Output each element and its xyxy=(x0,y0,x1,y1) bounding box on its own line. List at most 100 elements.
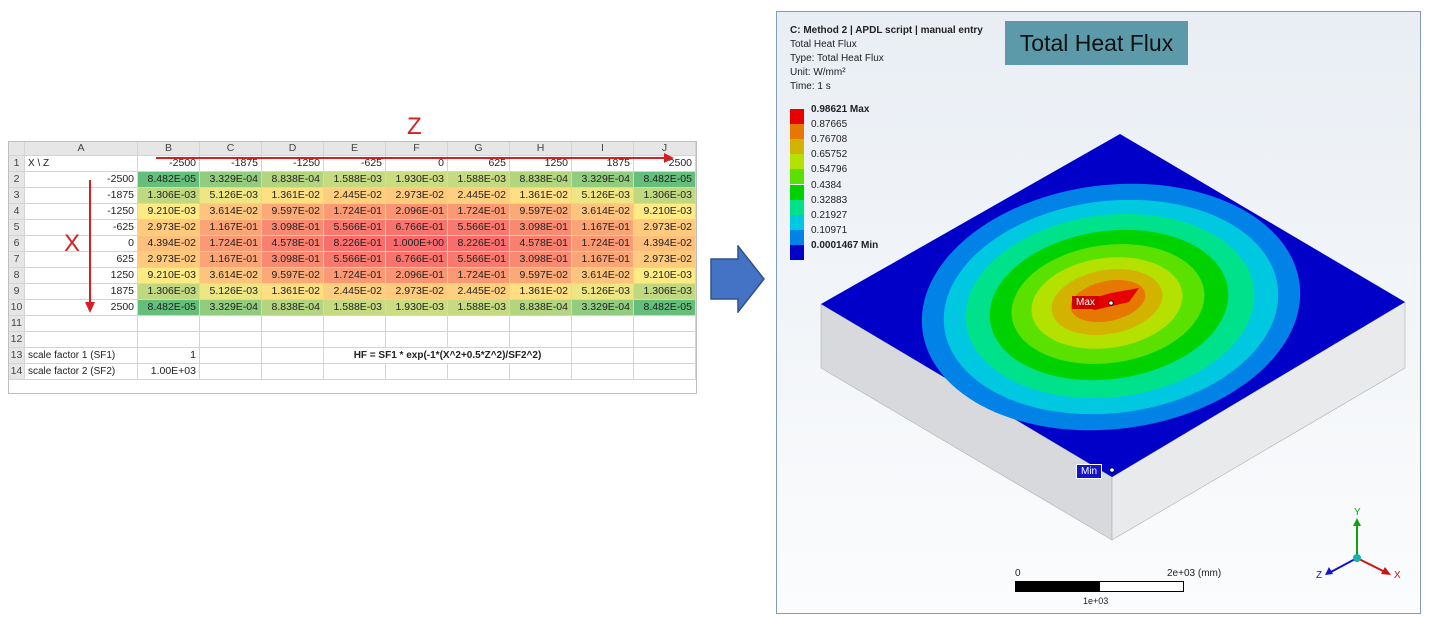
row-header[interactable]: 3 xyxy=(8,187,25,204)
heat-flux-cell[interactable]: 2.445E-02 xyxy=(323,283,386,300)
sf2-label-cell[interactable]: scale factor 2 (SF2) xyxy=(24,363,138,380)
empty-cell[interactable] xyxy=(199,347,262,364)
heat-flux-cell[interactable]: 1.167E-01 xyxy=(199,219,262,236)
heat-flux-cell[interactable]: 8.482E-05 xyxy=(633,299,696,316)
empty-cell[interactable] xyxy=(199,315,262,332)
heat-flux-cell[interactable]: 9.597E-02 xyxy=(509,267,572,284)
heat-flux-cell[interactable]: 3.098E-01 xyxy=(261,219,324,236)
heat-flux-cell[interactable]: 8.226E-01 xyxy=(447,235,510,252)
row-header[interactable]: 6 xyxy=(8,235,25,252)
heat-flux-cell[interactable]: 3.329E-04 xyxy=(571,299,634,316)
heat-flux-cell[interactable]: 9.597E-02 xyxy=(261,267,324,284)
empty-cell[interactable] xyxy=(137,315,200,332)
empty-cell[interactable] xyxy=(261,315,324,332)
heat-flux-cell[interactable]: 5.126E-03 xyxy=(571,283,634,300)
empty-cell[interactable] xyxy=(509,363,572,380)
heat-flux-cell[interactable]: 2.445E-02 xyxy=(447,187,510,204)
empty-cell[interactable] xyxy=(509,315,572,332)
heat-flux-cell[interactable]: 1.724E-01 xyxy=(199,235,262,252)
heat-flux-cell[interactable]: 1.000E+00 xyxy=(385,235,448,252)
empty-cell[interactable] xyxy=(323,363,386,380)
heat-flux-cell[interactable]: 1.724E-01 xyxy=(323,203,386,220)
empty-cell[interactable] xyxy=(571,347,634,364)
row-header[interactable]: 8 xyxy=(8,267,25,284)
empty-cell[interactable] xyxy=(633,331,696,348)
heat-flux-cell[interactable]: 1.724E-01 xyxy=(447,267,510,284)
heat-flux-cell[interactable]: 9.210E-03 xyxy=(137,267,200,284)
column-header[interactable] xyxy=(8,141,25,156)
heat-flux-cell[interactable]: 8.838E-04 xyxy=(261,171,324,188)
heat-flux-cell[interactable]: 2.973E-02 xyxy=(137,219,200,236)
heat-flux-cell[interactable]: 3.098E-01 xyxy=(509,219,572,236)
row-header[interactable]: 12 xyxy=(8,331,25,348)
heat-flux-cell[interactable]: 8.482E-05 xyxy=(137,171,200,188)
row-header[interactable]: 5 xyxy=(8,219,25,236)
row-header[interactable]: 9 xyxy=(8,283,25,300)
heat-flux-cell[interactable]: 5.566E-01 xyxy=(447,251,510,268)
heat-flux-cell[interactable]: 1.588E-03 xyxy=(323,171,386,188)
heat-flux-cell[interactable]: 5.126E-03 xyxy=(571,187,634,204)
heat-flux-cell[interactable]: 2.973E-02 xyxy=(633,251,696,268)
empty-cell[interactable] xyxy=(24,331,138,348)
empty-cell[interactable] xyxy=(323,315,386,332)
empty-cell[interactable] xyxy=(447,363,510,380)
heat-flux-cell[interactable]: 3.614E-02 xyxy=(571,203,634,220)
empty-cell[interactable] xyxy=(323,331,386,348)
heat-flux-cell[interactable]: 4.578E-01 xyxy=(509,235,572,252)
heat-flux-cell[interactable]: 8.482E-05 xyxy=(633,171,696,188)
x-value-cell[interactable]: 0 xyxy=(24,235,138,252)
sf2-value-cell[interactable]: 1.00E+03 xyxy=(137,363,200,380)
heat-flux-cell[interactable]: 1.167E-01 xyxy=(571,251,634,268)
heat-flux-cell[interactable]: 2.973E-02 xyxy=(633,219,696,236)
heat-flux-cell[interactable]: 3.098E-01 xyxy=(509,251,572,268)
sf1-value-cell[interactable]: 1 xyxy=(137,347,200,364)
heat-flux-cell[interactable]: 4.578E-01 xyxy=(261,235,324,252)
heat-flux-cell[interactable]: 2.973E-02 xyxy=(137,251,200,268)
heat-flux-cell[interactable]: 4.394E-02 xyxy=(633,235,696,252)
empty-cell[interactable] xyxy=(261,363,324,380)
row-header[interactable]: 2 xyxy=(8,171,25,188)
row-header[interactable]: 11 xyxy=(8,315,25,332)
heat-flux-cell[interactable]: 6.766E-01 xyxy=(385,251,448,268)
heat-flux-cell[interactable]: 8.838E-04 xyxy=(509,171,572,188)
empty-cell[interactable] xyxy=(385,331,448,348)
x-value-cell[interactable]: 1250 xyxy=(24,267,138,284)
heat-flux-cell[interactable]: 1.306E-03 xyxy=(633,283,696,300)
row-header[interactable]: 1 xyxy=(8,155,25,172)
heat-flux-cell[interactable]: 5.566E-01 xyxy=(323,251,386,268)
heat-flux-cell[interactable]: 2.096E-01 xyxy=(385,267,448,284)
empty-cell[interactable] xyxy=(385,363,448,380)
empty-cell[interactable] xyxy=(509,331,572,348)
empty-cell[interactable] xyxy=(385,315,448,332)
x-value-cell[interactable]: -1250 xyxy=(24,203,138,220)
heat-flux-cell[interactable]: 1.588E-03 xyxy=(323,299,386,316)
empty-cell[interactable] xyxy=(633,363,696,380)
heat-flux-cell[interactable]: 5.566E-01 xyxy=(447,219,510,236)
heat-flux-cell[interactable]: 1.930E-03 xyxy=(385,171,448,188)
sf1-label-cell[interactable]: scale factor 1 (SF1) xyxy=(24,347,138,364)
empty-cell[interactable] xyxy=(633,315,696,332)
corner-label-cell[interactable]: X \ Z xyxy=(24,155,138,172)
empty-cell[interactable] xyxy=(137,331,200,348)
empty-cell[interactable] xyxy=(199,331,262,348)
heat-flux-cell[interactable]: 3.614E-02 xyxy=(199,203,262,220)
heat-flux-cell[interactable]: 3.614E-02 xyxy=(199,267,262,284)
heat-flux-cell[interactable]: 1.167E-01 xyxy=(571,219,634,236)
row-header[interactable]: 4 xyxy=(8,203,25,220)
row-header[interactable]: 10 xyxy=(8,299,25,316)
x-value-cell[interactable]: 2500 xyxy=(24,299,138,316)
heat-flux-cell[interactable]: 9.210E-03 xyxy=(137,203,200,220)
heat-flux-cell[interactable]: 3.329E-04 xyxy=(571,171,634,188)
heat-flux-cell[interactable]: 5.566E-01 xyxy=(323,219,386,236)
heat-flux-cell[interactable]: 1.588E-03 xyxy=(447,299,510,316)
heat-flux-cell[interactable]: 1.306E-03 xyxy=(137,283,200,300)
heat-flux-cell[interactable]: 1.724E-01 xyxy=(447,203,510,220)
empty-cell[interactable] xyxy=(447,315,510,332)
empty-cell[interactable] xyxy=(633,347,696,364)
column-header[interactable]: A xyxy=(24,141,138,156)
heat-flux-cell[interactable]: 1.306E-03 xyxy=(633,187,696,204)
heat-flux-cell[interactable]: 8.226E-01 xyxy=(323,235,386,252)
x-value-cell[interactable]: -625 xyxy=(24,219,138,236)
empty-cell[interactable] xyxy=(571,363,634,380)
heat-flux-cell[interactable]: 4.394E-02 xyxy=(137,235,200,252)
